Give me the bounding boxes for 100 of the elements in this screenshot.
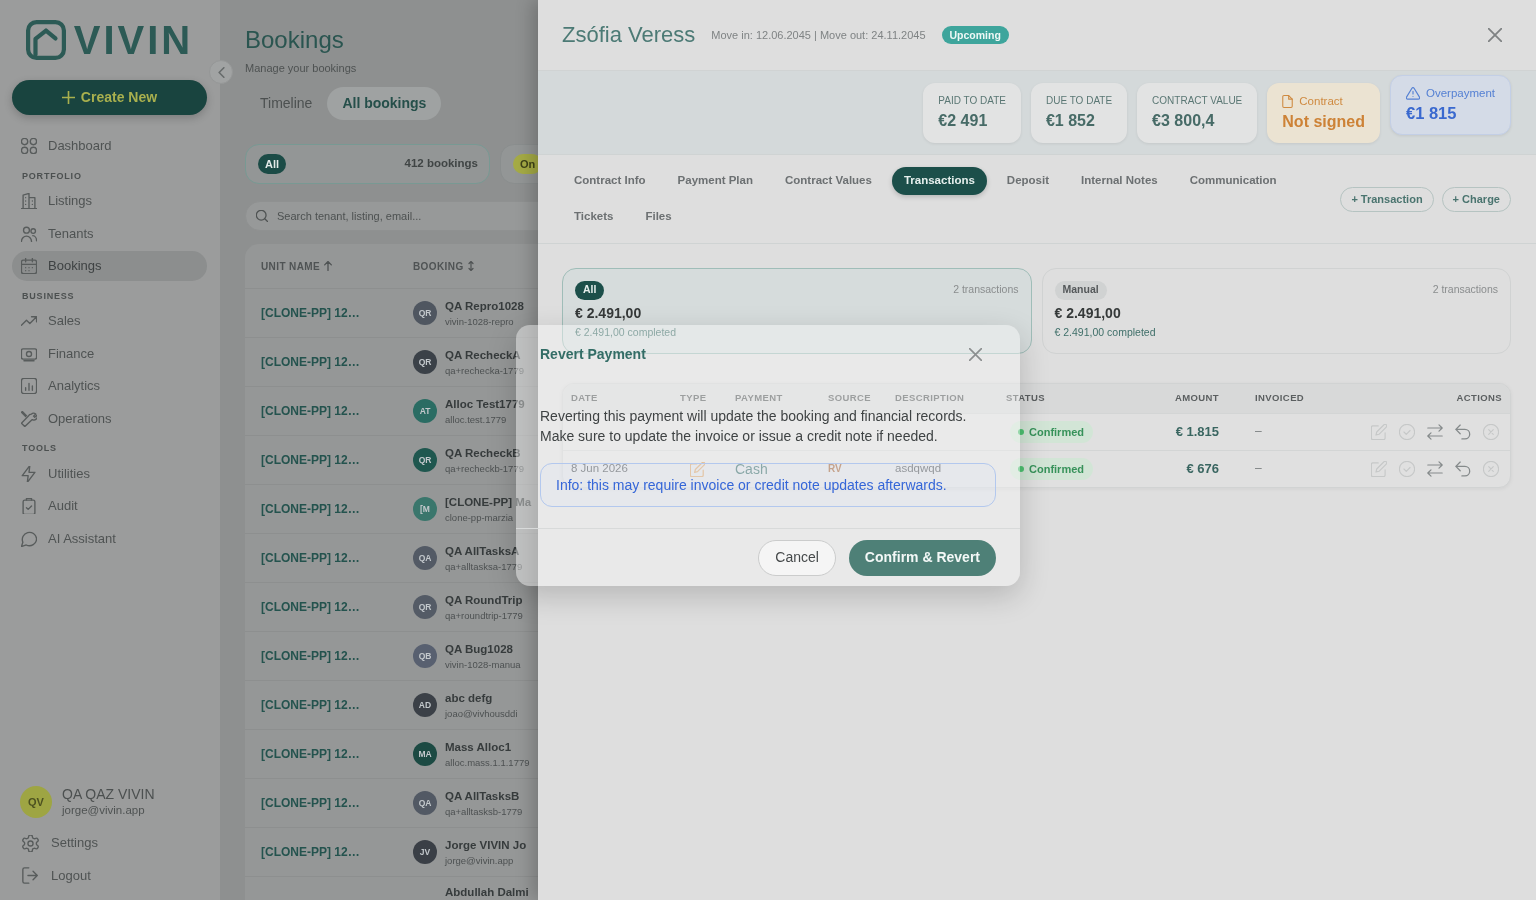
page-title: Bookings — [245, 26, 345, 54]
unit-name-cell[interactable]: [CLONE-PP] 12… — [245, 500, 413, 518]
unit-name-cell[interactable]: [CLONE-PP] 12… — [245, 745, 413, 763]
sidebar-item[interactable]: Analytics — [12, 371, 207, 401]
tab[interactable]: Communication — [1177, 167, 1289, 195]
status-label: Confirmed — [1029, 425, 1084, 439]
sort-icon[interactable] — [467, 261, 474, 271]
sidebar-item[interactable]: Finance — [12, 338, 207, 369]
unit-name-cell[interactable]: [CLONE-PP] 12… — [245, 598, 413, 616]
close-icon[interactable] — [1488, 28, 1502, 42]
section-heading: BUSINESS — [21, 289, 76, 303]
close-icon[interactable] — [969, 347, 982, 361]
unit-name-cell[interactable]: [CLONE-PP] 12… — [245, 696, 413, 714]
trend-up-icon — [21, 313, 37, 329]
tenant-name: [CLONE-PP] Ma — [445, 494, 532, 509]
tenant-avatar: MA — [413, 742, 437, 766]
view-tab[interactable]: All bookings — [327, 87, 442, 120]
column-header: STATUS — [1006, 393, 1046, 404]
tenant-email: jorge@vivin.app — [445, 854, 515, 867]
tenant-email: qa+recheckb-1779 — [445, 462, 524, 475]
unit-name-cell[interactable]: [CLONE-PP] 12… — [245, 549, 413, 567]
filter-card[interactable]: On — [500, 144, 538, 184]
unit-name-cell[interactable]: [CLONE-PP] 12… — [245, 647, 413, 665]
tenant-name: QA AllTasksB — [445, 788, 521, 803]
page-subtitle: Manage your bookings — [245, 61, 358, 75]
tab[interactable]: Contract Values — [773, 167, 884, 195]
unit-name-cell[interactable]: [CLONE-PP] 12… — [245, 451, 413, 469]
transaction-group-card[interactable]: Manual 2 transactions € 2.491,00 € 2.491,00 completed — [1041, 268, 1511, 354]
tenant-name: QA AllTasksA — [445, 543, 521, 558]
sidebar-item[interactable]: Audit — [12, 491, 207, 521]
stat-label: DUE TO DATE — [1045, 95, 1113, 107]
group-completed: € 2.491,00 completed — [575, 326, 677, 339]
unit-name-cell[interactable]: [CLONE-PP] 12… — [245, 843, 413, 861]
source-code: RV — [828, 463, 843, 475]
tab[interactable]: Tickets — [562, 203, 626, 231]
sidebar-item[interactable]: Tenants — [12, 218, 207, 249]
tenant-avatar: AD — [413, 693, 437, 717]
sidebar-item[interactable]: Listings — [12, 186, 207, 216]
sidebar-item[interactable]: Dashboard — [12, 131, 207, 161]
tools-icon — [21, 410, 37, 427]
search-field[interactable]: Search tenant, listing, email... — [245, 201, 538, 231]
column-header: ACTIONS — [1456, 393, 1502, 404]
tenant-name: abc defg — [445, 690, 494, 705]
tab[interactable]: Deposit — [994, 167, 1062, 195]
tenant-avatar: QB — [413, 644, 437, 668]
confirm-button[interactable]: Confirm & Revert — [848, 539, 996, 576]
tab[interactable]: Contract Info — [562, 167, 658, 195]
sidebar-item[interactable]: Settings — [12, 828, 207, 858]
chat-icon — [21, 530, 37, 547]
search-icon — [256, 210, 268, 222]
table-cell-text: asdqwqd — [895, 462, 943, 476]
chevron-left-icon — [217, 66, 225, 78]
status-dot-icon — [1018, 429, 1024, 435]
table-cell-text: 8 Jun 2026 — [571, 462, 629, 476]
calendar-icon — [21, 258, 37, 274]
tab[interactable]: Payment Plan — [665, 167, 765, 195]
column-header[interactable]: UNIT NAME — [261, 258, 321, 274]
document-icon — [1282, 94, 1294, 108]
tenant-email: clone-pp-marzia — [445, 511, 515, 524]
unit-name-cell[interactable]: [CLONE-PP] 12… — [245, 402, 413, 420]
tenant-avatar: QA — [413, 546, 437, 570]
tenant-email: qa+alltasksa-1779 — [445, 560, 523, 573]
swap-arrows-icon[interactable] — [1427, 461, 1443, 477]
sidebar-item[interactable]: Utilities — [12, 458, 207, 489]
status-dot-icon — [1018, 466, 1024, 472]
undo-icon[interactable] — [1455, 424, 1471, 440]
sidebar-item[interactable]: Sales — [12, 306, 207, 336]
sidebar-item[interactable]: Logout — [12, 860, 207, 891]
view-tab[interactable]: Timeline — [245, 87, 328, 120]
sort-up-icon[interactable] — [324, 261, 333, 271]
stat-value: €2 491 — [938, 111, 989, 130]
swap-arrows-icon[interactable] — [1427, 424, 1443, 440]
column-header: SOURCE — [828, 393, 873, 404]
unit-name-cell[interactable]: [CLONE-PP] 12… — [245, 794, 413, 812]
tab[interactable]: Files — [633, 203, 684, 231]
lightning-icon — [21, 465, 37, 482]
stat-value: €1 852 — [1045, 111, 1096, 130]
unit-name-cell[interactable]: [CLONE-PP] 12… — [245, 304, 413, 322]
stat-label: Overpayment — [1425, 87, 1495, 99]
sidebar-item[interactable]: Bookings — [12, 251, 207, 281]
column-header: TYPE — [680, 393, 708, 404]
column-header[interactable]: BOOKING — [413, 258, 464, 274]
group-completed: € 2.491,00 completed — [1054, 326, 1157, 339]
table-cell-text: Cash — [735, 460, 769, 478]
sidebar-item[interactable]: Operations — [12, 403, 207, 434]
collapse-button[interactable] — [209, 60, 233, 84]
sidebar-item[interactable]: AI Assistant — [12, 523, 207, 554]
create-new-button[interactable]: Create New — [12, 80, 207, 115]
undo-icon[interactable] — [1455, 461, 1471, 477]
tenant-name: QA Repro1028 — [445, 298, 524, 313]
tenant-email: qa+roundtrip-1779 — [445, 609, 523, 622]
tenant-email: vivin-1028-repro — [445, 315, 515, 328]
tab[interactable]: Transactions — [891, 167, 987, 195]
warning-icon — [1405, 86, 1420, 100]
tenant-name: QA RecheckB — [445, 445, 522, 460]
filter-card[interactable]: All 412 bookings — [245, 144, 490, 184]
tab[interactable]: Internal Notes — [1069, 167, 1170, 195]
tenant-name: QA Bug1028 — [445, 641, 514, 656]
section-heading: TOOLS — [21, 442, 58, 455]
unit-name-cell[interactable]: [CLONE-PP] 12… — [245, 353, 413, 371]
